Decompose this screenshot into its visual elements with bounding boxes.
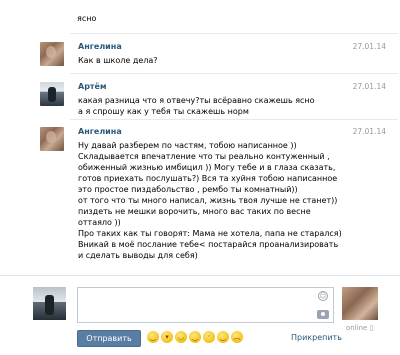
previous-message-text: ясно [77, 14, 97, 23]
wink-emoji[interactable]: ‿ [189, 331, 201, 343]
message-date[interactable]: 27.01.14 [353, 42, 386, 52]
divider [70, 119, 398, 120]
peer-avatar[interactable] [342, 287, 378, 320]
message-author[interactable]: Ангелина [78, 42, 378, 52]
tongue-emoji[interactable]: ᵕ [203, 331, 215, 343]
message-text: Ну давай разберем по частям, тобою напис… [78, 141, 342, 260]
online-status-text: online [346, 324, 368, 332]
grin-emoji[interactable]: ▾ [161, 331, 173, 343]
message-text: какая разница что я отвечу?ты всёравно с… [78, 96, 315, 116]
phone-icon: ▯ [369, 324, 374, 332]
user-avatar-angelina[interactable] [40, 42, 64, 66]
emoji-picker-icon[interactable]: ☺ [318, 291, 328, 301]
message-author[interactable]: Ангелина [78, 127, 378, 137]
online-status: online ▯ [346, 324, 373, 332]
smile-emoji[interactable]: ‿ [147, 331, 159, 343]
message-input[interactable]: ☺ [77, 287, 334, 323]
sad-emoji[interactable]: ︵ [231, 331, 243, 343]
divider [70, 73, 398, 74]
camera-icon[interactable] [317, 310, 329, 319]
user-avatar-artem[interactable] [40, 82, 64, 106]
my-avatar[interactable] [33, 287, 66, 320]
laugh-emoji[interactable]: ◡ [175, 331, 187, 343]
message-date[interactable]: 27.01.14 [353, 82, 386, 92]
cool-emoji[interactable]: ‿ [217, 331, 229, 343]
user-avatar-angelina[interactable] [40, 127, 64, 151]
send-button[interactable]: Отправить [77, 330, 141, 347]
message-date[interactable]: 27.01.14 [353, 127, 386, 137]
divider [70, 33, 398, 34]
message-history: ясно Ангелина Как в школе дела? 27.01.14… [30, 0, 398, 262]
message-author[interactable]: Артём [78, 82, 378, 92]
message-text: Как в школе дела? [78, 56, 158, 65]
attach-link[interactable]: Прикрепить [291, 333, 342, 342]
emoji-bar: ‿ ▾ ◡ ‿ ᵕ ‿ ︵ [147, 331, 243, 345]
